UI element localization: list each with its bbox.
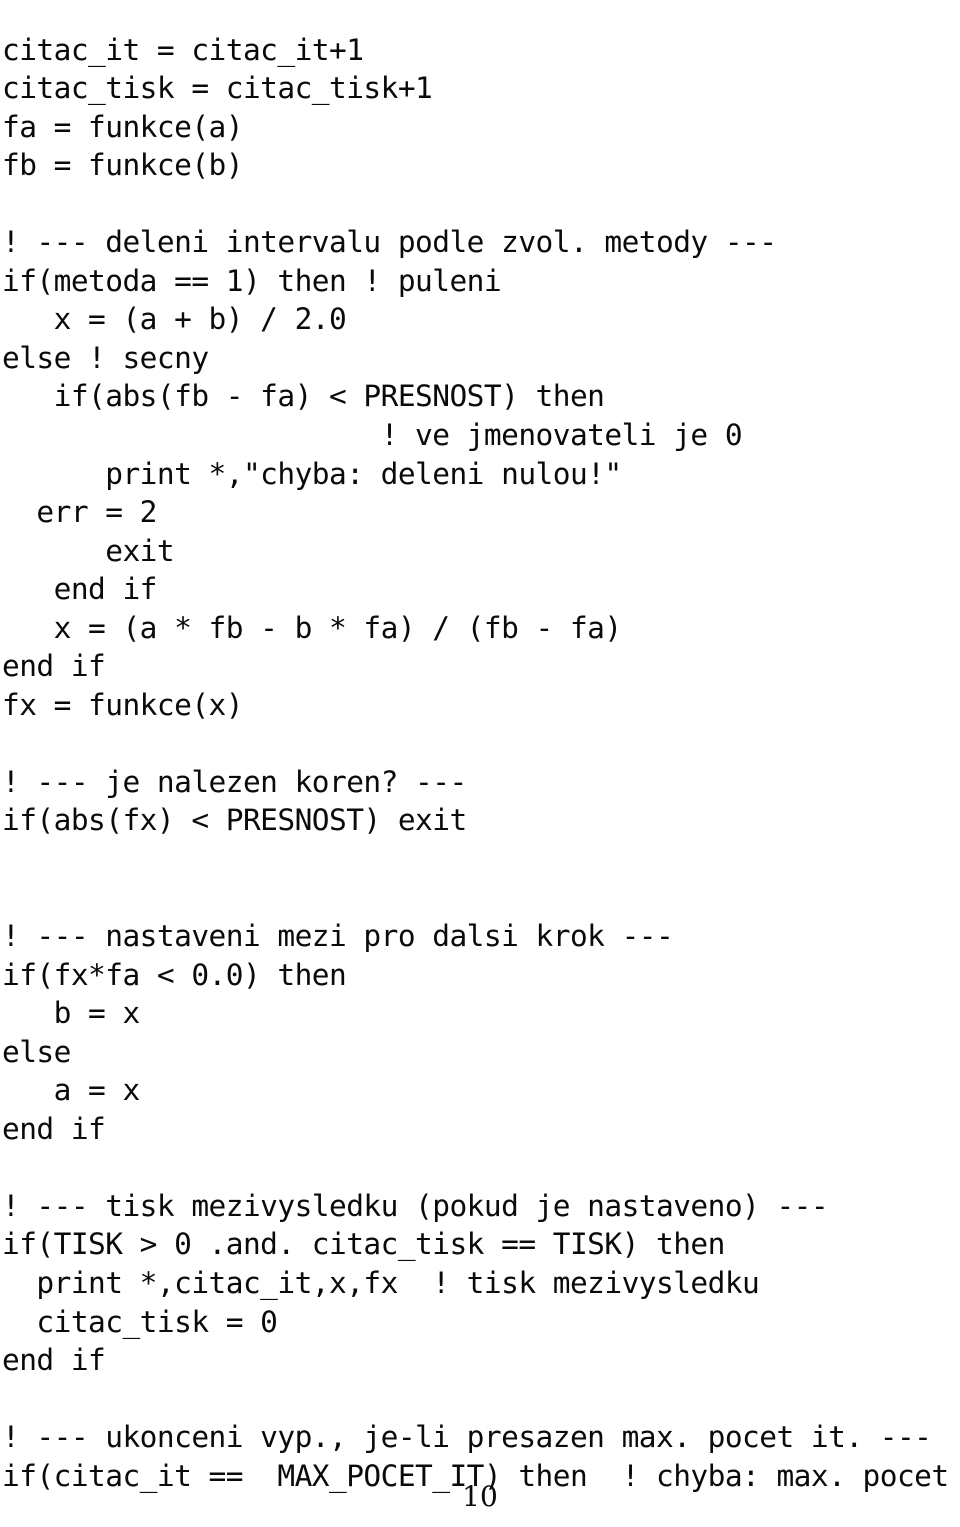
code-line: end if [2,572,158,607]
code-line: else ! secny [2,340,209,375]
code-line: if(abs(fb - fa) < PRESNOST) then [2,379,605,414]
code-line: exit [2,533,175,568]
code-line: ! --- ukonceni vyp., je-li presazen max.… [2,1420,932,1455]
code-line: ! --- je nalezen koren? --- [2,764,467,799]
page-number: 10 [462,1480,498,1513]
code-line: a = x [2,1073,141,1108]
code-line: if(metoda == 1) then ! puleni [2,263,502,298]
code-line: fb = funkce(b) [2,148,244,183]
code-line: x = (a + b) / 2.0 [2,302,347,337]
code-line: print *,citac_it,x,fx ! tisk mezivysledk… [2,1266,760,1300]
code-line: citac_tisk = citac_tisk+1 [2,71,433,106]
code-line: x = (a * fb - b * fa) / (fb - fa) [2,610,623,645]
code-line: citac_tisk = 0 [2,1304,278,1339]
code-line: if(fx*fa < 0.0) then [2,957,347,992]
code-line: else [2,1034,71,1069]
code-line: end if [2,649,106,684]
code-line: print *,"chyba: deleni nulou!" [2,456,622,491]
code-line: if(TISK > 0 .and. citac_tisk == TISK) th… [2,1227,725,1262]
document-page: citac_it = citac_it+1 citac_tisk = citac_… [0,0,960,1527]
code-line: ! --- deleni intervalu podle zvol. metod… [2,225,777,260]
code-line: ! ve jmenovateli je 0 [2,417,743,452]
code-line: citac_it = citac_it+1 [2,32,364,67]
code-line: fa = funkce(a) [2,109,244,144]
code-line: end if [2,1343,106,1378]
code-line: end if [2,1111,106,1146]
code-line: fx = funkce(x) [2,687,244,722]
code-line: b = x [2,996,141,1031]
code-line: err = 2 [2,495,157,530]
code-line: ! --- tisk mezivysledku (pokud je nastav… [2,1188,829,1223]
code-line: if(abs(fx) < PRESNOST) exit [2,803,467,838]
code-line: ! --- nastaveni mezi pro dalsi krok --- [2,919,674,954]
code-listing: citac_it = citac_it+1 citac_tisk = citac_… [2,31,960,1496]
